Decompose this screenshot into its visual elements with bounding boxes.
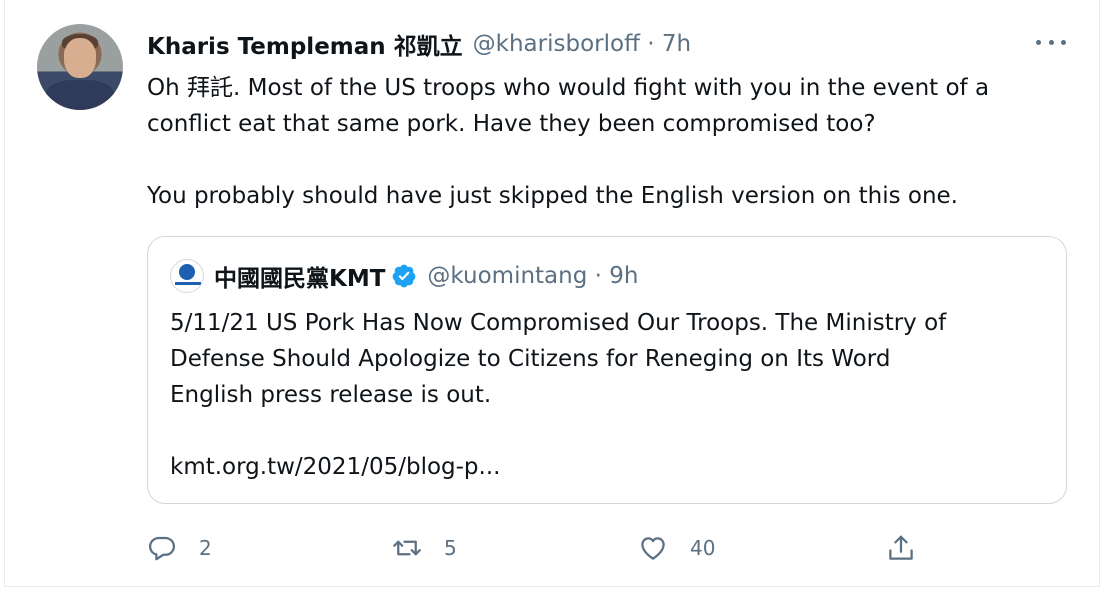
quoted-author-name[interactable]: 中國國民黨KMT [214, 259, 385, 293]
share-icon [889, 535, 913, 560]
reply-button[interactable]: 2 [147, 528, 212, 568]
retweet-icon [393, 540, 421, 556]
quoted-text: 5/11/21 US Pork Has Now Compromised Our … [170, 310, 947, 480]
quoted-tweet[interactable]: 中國國民黨KMT @kuomintang · 9h 5/11/21 US Por… [147, 236, 1067, 504]
tweet-text: Oh 拜託. Most of the US troops who would f… [147, 75, 990, 209]
reply-icon [149, 536, 175, 561]
reply-count: 2 [199, 536, 212, 560]
verified-icon [393, 264, 416, 288]
more-icon[interactable] [1036, 30, 1066, 54]
quoted-handle-time[interactable]: @kuomintang · 9h [427, 263, 638, 289]
retweet-button[interactable]: 5 [392, 528, 457, 568]
tweet-header: Kharis Templeman 祁凱立 @kharisborloff · 7h [147, 28, 691, 60]
retweet-count: 5 [444, 536, 457, 560]
author-avatar[interactable] [37, 24, 123, 110]
quoted-header: 中國國民黨KMT @kuomintang · 9h [214, 259, 638, 293]
like-button[interactable]: 40 [638, 528, 715, 568]
author-handle-time[interactable]: @kharisborloff · 7h [473, 31, 691, 57]
quoted-avatar[interactable] [170, 259, 204, 293]
like-count: 40 [690, 536, 716, 560]
author-name[interactable]: Kharis Templeman 祁凱立 [147, 27, 463, 61]
action-bar: 2 5 40 [0, 528, 1104, 568]
share-button[interactable] [886, 528, 916, 568]
like-icon [641, 537, 665, 560]
